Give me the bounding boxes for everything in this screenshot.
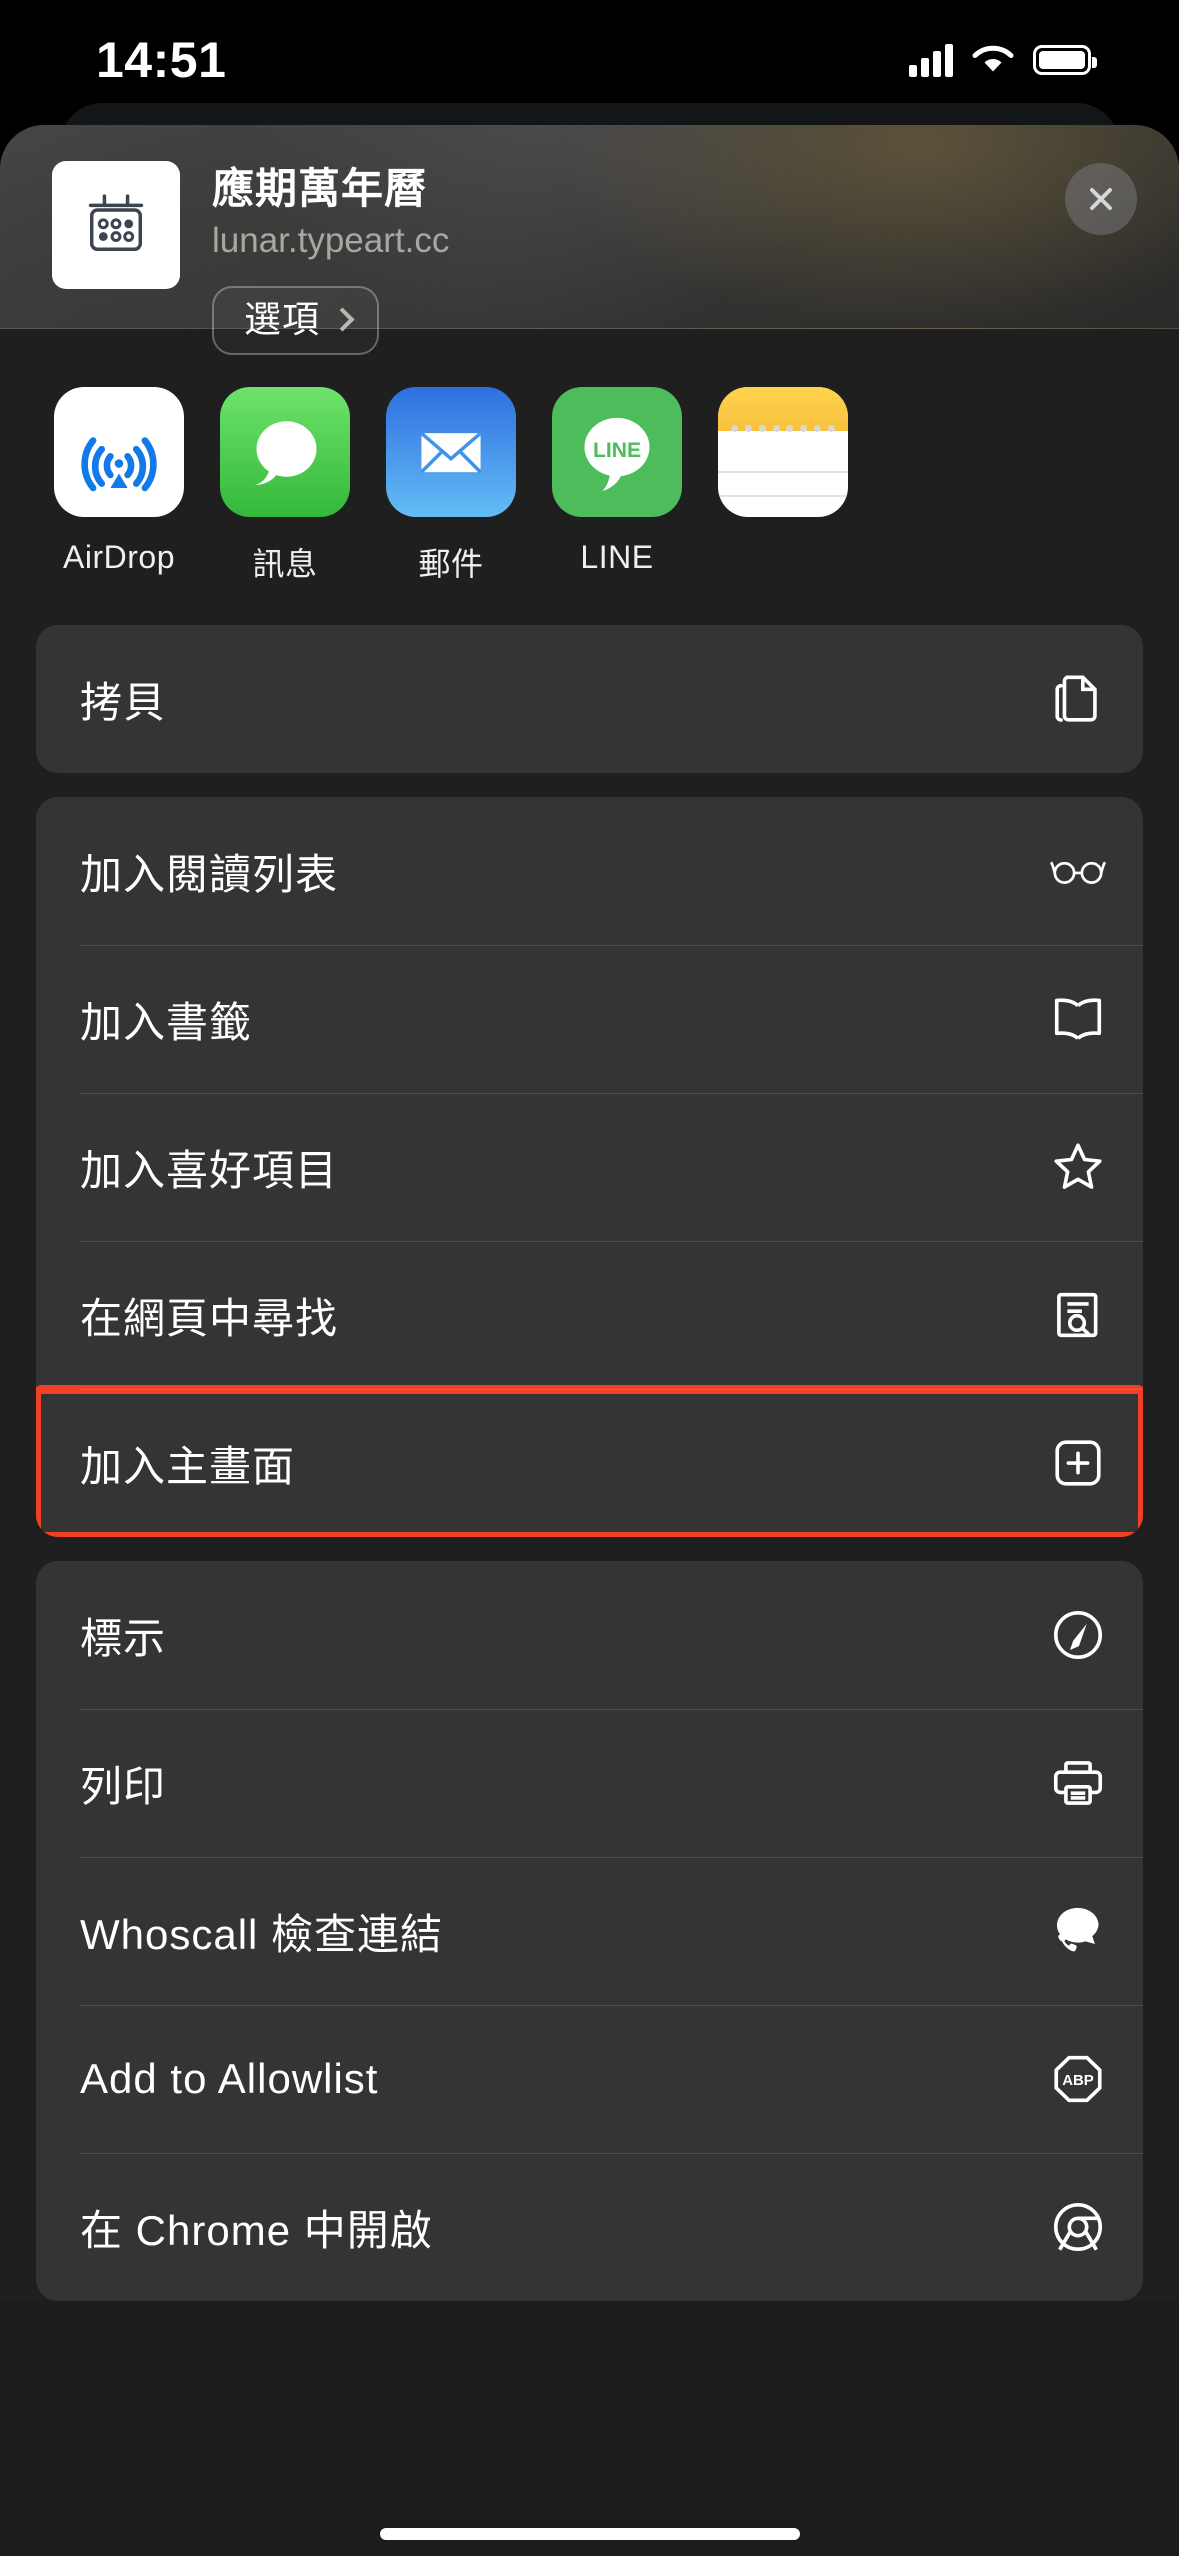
action-row-whoscall-check-link[interactable]: Whoscall 檢查連結 — [36, 1857, 1143, 2005]
action-groups: 拷貝 加入閱讀列表 加入書籤 加入喜好項目 在網頁中尋找 加入主畫面 標示 列印… — [0, 625, 1179, 2301]
action-row-label: Add to Allowlist — [80, 2055, 379, 2102]
action-row-copy[interactable]: 拷貝 — [36, 625, 1143, 773]
add-to-home-icon — [1049, 1434, 1107, 1492]
svg-text:ABP: ABP — [1062, 2072, 1094, 2089]
action-group-safari: 加入閱讀列表 加入書籤 加入喜好項目 在網頁中尋找 加入主畫面 — [36, 797, 1143, 1537]
cellular-signal-icon — [909, 43, 953, 77]
action-row-add-to-allowlist[interactable]: Add to Allowlist ABP — [36, 2005, 1143, 2153]
close-button[interactable] — [1065, 163, 1137, 235]
airdrop-glyph-icon — [81, 437, 157, 492]
action-row-label: 拷貝 — [80, 678, 167, 726]
wifi-icon — [972, 45, 1014, 72]
status-bar-indicators — [909, 43, 1097, 77]
book-icon — [1049, 990, 1107, 1048]
share-target-label: 郵件 — [418, 546, 484, 582]
action-row-open-in-chrome[interactable]: 在 Chrome 中開啟 — [36, 2153, 1143, 2301]
chrome-icon — [1049, 2198, 1107, 2256]
close-icon — [1090, 188, 1112, 210]
share-target-mail[interactable]: 郵件 — [368, 387, 534, 585]
share-target-label: AirDrop — [63, 539, 175, 575]
line-bubble-icon: LINE — [584, 417, 650, 491]
options-button-label: 選項 — [244, 298, 320, 340]
action-row-label: 加入喜好項目 — [80, 1146, 339, 1194]
printer-icon — [1049, 1754, 1107, 1812]
mail-icon — [386, 387, 516, 517]
glasses-icon — [1049, 842, 1107, 900]
messages-icon — [220, 387, 350, 517]
calendar-app-icon — [52, 161, 180, 289]
share-sheet: 應期萬年曆 lunar.typeart.cc 選項 AirDrop 訊息 郵件 … — [0, 125, 1179, 2556]
action-row-add-favourite[interactable]: 加入喜好項目 — [36, 1093, 1143, 1241]
action-row-label: 加入主畫面 — [80, 1442, 296, 1490]
calendar-glyph-icon — [88, 194, 144, 252]
share-targets-row[interactable]: AirDrop 訊息 郵件 LINE LINE — [0, 329, 1179, 625]
share-target-notes[interactable] — [700, 387, 866, 539]
message-bubble-icon — [255, 421, 317, 485]
action-row-add-to-reading-list[interactable]: 加入閱讀列表 — [36, 797, 1143, 945]
battery-icon — [1033, 45, 1097, 75]
star-icon — [1049, 1138, 1107, 1196]
share-target-messages[interactable]: 訊息 — [202, 387, 368, 585]
action-row-label: 標示 — [80, 1614, 167, 1662]
share-target-label: LINE — [580, 539, 654, 575]
action-group-copy: 拷貝 — [36, 625, 1143, 773]
share-sheet-header: 應期萬年曆 lunar.typeart.cc 選項 — [0, 125, 1179, 355]
status-bar-clock: 14:51 — [96, 32, 227, 88]
airdrop-icon — [54, 387, 184, 517]
action-group-extensions: 標示 列印 Whoscall 檢查連結 Add to Allowlist ABP… — [36, 1561, 1143, 2301]
line-icon: LINE — [552, 387, 682, 517]
copy-icon — [1049, 670, 1107, 728]
action-row-find-on-page[interactable]: 在網頁中尋找 — [36, 1241, 1143, 1389]
share-target-airdrop[interactable]: AirDrop — [36, 387, 202, 576]
notes-icon-lines — [718, 449, 848, 517]
share-target-line[interactable]: LINE LINE — [534, 387, 700, 576]
action-row-label: 加入書籤 — [80, 998, 253, 1046]
page-url: lunar.typeart.cc — [212, 221, 450, 261]
envelope-icon — [420, 431, 482, 474]
notes-icon — [718, 387, 848, 517]
whoscall-icon — [1049, 1902, 1107, 1960]
home-indicator — [379, 2528, 800, 2540]
notes-icon-holes — [718, 425, 848, 437]
options-button[interactable]: 選項 — [212, 285, 379, 355]
page-title: 應期萬年曆 — [212, 165, 428, 212]
action-row-print[interactable]: 列印 — [36, 1709, 1143, 1857]
action-row-add-bookmark[interactable]: 加入書籤 — [36, 945, 1143, 1093]
share-target-label: 訊息 — [252, 546, 318, 582]
status-bar: 14:51 — [0, 0, 1179, 120]
action-row-label: 加入閱讀列表 — [80, 850, 339, 898]
line-wordmark: LINE — [593, 439, 641, 462]
chevron-right-icon — [330, 307, 355, 332]
action-row-add-to-home-screen[interactable]: 加入主畫面 — [36, 1385, 1143, 1537]
adblock-icon: ABP — [1049, 2050, 1107, 2108]
action-row-label: 在 Chrome 中開啟 — [80, 2206, 433, 2254]
header-text-block: 應期萬年曆 lunar.typeart.cc 選項 — [212, 161, 1139, 355]
markup-icon — [1049, 1606, 1107, 1664]
find-on-page-icon — [1049, 1286, 1107, 1344]
share-sheet-screen: 14:51 應期萬年曆 lunar.typeart.cc 選項 AirDrop … — [0, 0, 1179, 2556]
action-row-label: 列印 — [80, 1762, 167, 1810]
action-row-label: 在網頁中尋找 — [80, 1294, 339, 1342]
action-row-markup[interactable]: 標示 — [36, 1561, 1143, 1709]
action-row-label: Whoscall 檢查連結 — [80, 1910, 444, 1958]
